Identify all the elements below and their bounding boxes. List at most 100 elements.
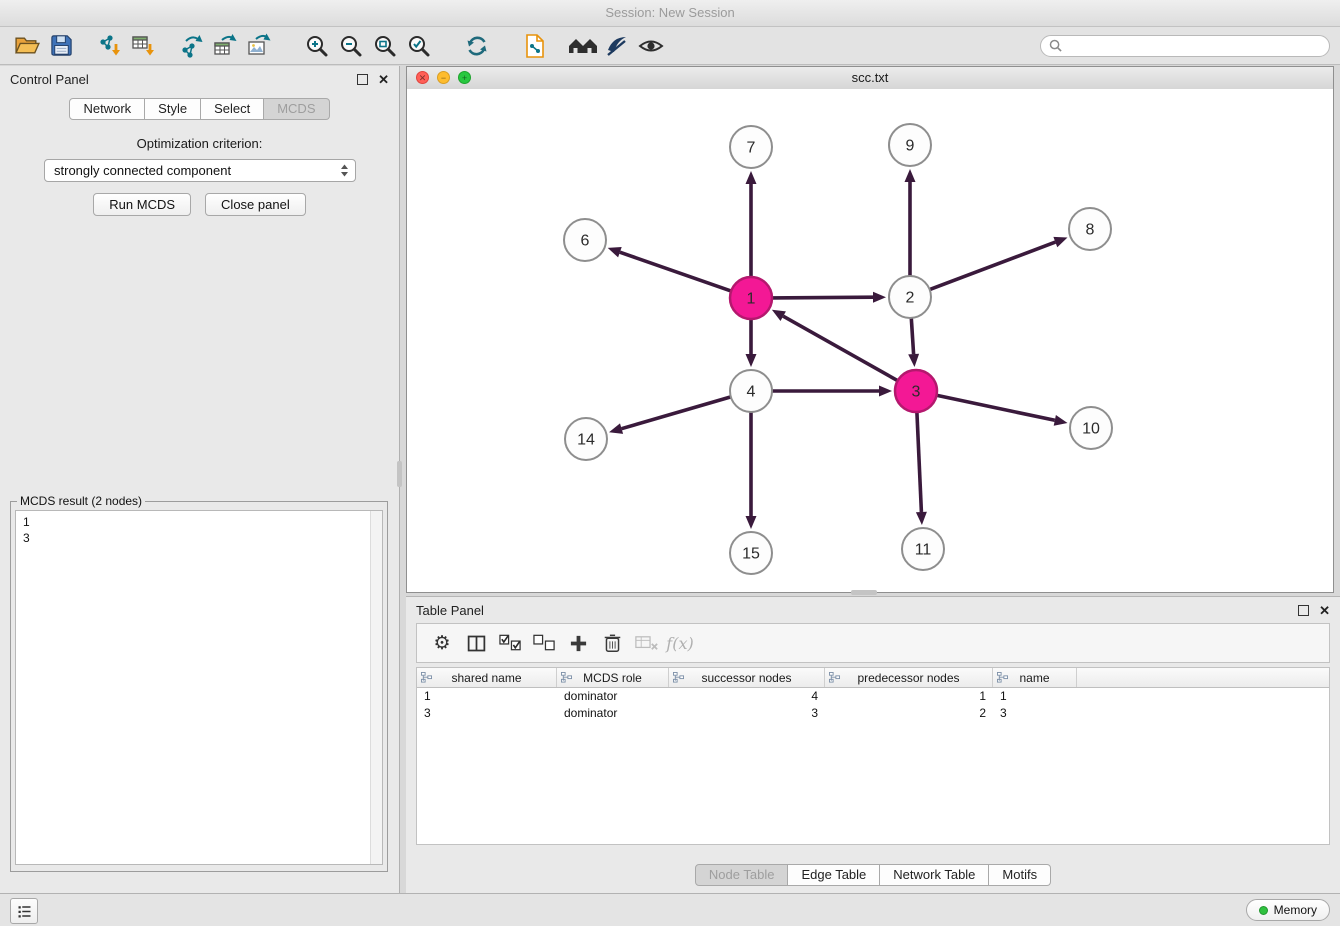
table-row[interactable]: 3dominator323 — [417, 705, 1329, 722]
table-cell[interactable]: 1 — [993, 688, 1077, 705]
mcds-result-item[interactable]: 3 — [23, 530, 382, 546]
network-window-title: scc.txt — [852, 70, 889, 85]
table-cell[interactable]: 3 — [669, 705, 825, 722]
plus-icon — [569, 634, 588, 653]
delete-column-button[interactable] — [597, 628, 627, 658]
table-cell[interactable]: 3 — [417, 705, 557, 722]
close-table-panel-icon[interactable]: ✕ — [1319, 604, 1330, 617]
panel-splitter-grip[interactable] — [397, 461, 402, 487]
show-hide-button[interactable] — [634, 29, 668, 63]
table-cell[interactable]: 2 — [825, 705, 993, 722]
search-input[interactable] — [1068, 37, 1321, 54]
style-button[interactable] — [600, 29, 634, 63]
select-all-button[interactable] — [495, 628, 525, 658]
add-column-button[interactable] — [563, 628, 593, 658]
node-table-header-row: shared name MCDS rolesuccessor nodesprede… — [417, 668, 1329, 688]
graph-node-label: 2 — [906, 290, 915, 307]
graph-node-label: 3 — [912, 384, 921, 401]
table-settings-button[interactable]: ⚙ — [427, 628, 457, 658]
graph-edge-1-6[interactable] — [620, 252, 731, 291]
float-panel-icon[interactable] — [357, 74, 368, 85]
delete-table-button[interactable] — [631, 628, 661, 658]
zoom-in-button[interactable] — [300, 29, 334, 63]
toggle-columns-button[interactable] — [461, 628, 491, 658]
status-bar: Memory — [0, 893, 1340, 926]
mcds-result-item[interactable]: 1 — [23, 514, 382, 530]
table-cell[interactable]: dominator — [557, 705, 669, 722]
table-row[interactable]: 1dominator411 — [417, 688, 1329, 705]
import-table-button[interactable] — [126, 29, 160, 63]
control-panel-header: Control Panel ✕ — [0, 66, 399, 92]
column-header-MCDS-role[interactable]: MCDS role — [557, 668, 669, 687]
column-header-shared-name[interactable]: shared name — [417, 668, 557, 687]
tab-motifs[interactable]: Motifs — [989, 864, 1051, 886]
graph-edge-2-8[interactable] — [930, 242, 1056, 290]
tab-select[interactable]: Select — [201, 98, 264, 120]
app-titlebar: Session: New Session — [0, 0, 1340, 27]
window-minimize-icon[interactable]: − — [437, 71, 450, 84]
tab-mcds[interactable]: MCDS — [264, 98, 329, 120]
run-mcds-button[interactable]: Run MCDS — [93, 193, 191, 216]
search-field[interactable] — [1040, 35, 1330, 57]
zoom-out-button[interactable] — [334, 29, 368, 63]
graph-edge-2-3[interactable] — [911, 318, 913, 354]
tab-edge-table[interactable]: Edge Table — [788, 864, 880, 886]
column-header-label: shared name — [451, 671, 521, 685]
export-image-button[interactable] — [242, 29, 276, 63]
clone-network-button[interactable] — [518, 29, 552, 63]
column-header-successor-nodes[interactable]: successor nodes — [669, 668, 825, 687]
criterion-dropdown[interactable]: strongly connected component — [44, 159, 356, 182]
graph-edge-4-14[interactable] — [622, 397, 731, 429]
window-zoom-icon[interactable]: + — [458, 71, 471, 84]
memory-button[interactable]: Memory — [1246, 899, 1330, 921]
open-session-button[interactable] — [10, 29, 44, 63]
table-panel-title: Table Panel — [416, 603, 484, 618]
table-cell[interactable]: 1 — [825, 688, 993, 705]
export-network-button[interactable] — [174, 29, 208, 63]
graph-edge-1-2[interactable] — [772, 297, 873, 298]
graph-edge-3-10[interactable] — [937, 395, 1055, 420]
column-header-name[interactable]: name — [993, 668, 1077, 687]
result-scrollbar[interactable] — [370, 511, 382, 864]
trash-icon — [603, 633, 622, 654]
close-panel-icon[interactable]: ✕ — [378, 73, 389, 86]
zoom-fit-icon — [372, 33, 398, 59]
node-table: shared name MCDS rolesuccessor nodesprede… — [416, 667, 1330, 845]
session-home-button[interactable] — [566, 29, 600, 63]
zoom-fit-button[interactable] — [368, 29, 402, 63]
window-close-icon[interactable]: ✕ — [416, 71, 429, 84]
function-builder-button[interactable]: f(x) — [665, 628, 695, 658]
task-history-button[interactable] — [10, 898, 38, 924]
network-canvas[interactable]: 7968124314101511 — [407, 89, 1333, 592]
tab-network-table[interactable]: Network Table — [880, 864, 989, 886]
table-cell[interactable]: 4 — [669, 688, 825, 705]
graph-edge-arrow — [908, 354, 919, 367]
graph-edge-3-1[interactable] — [783, 316, 898, 381]
network-window-titlebar[interactable]: ✕ − + scc.txt — [407, 67, 1333, 90]
tab-style[interactable]: Style — [145, 98, 201, 120]
horizontal-splitter-grip[interactable] — [851, 590, 877, 595]
graph-node-label: 9 — [906, 138, 915, 155]
import-table-icon — [130, 33, 156, 59]
close-panel-button[interactable]: Close panel — [205, 193, 306, 216]
export-network-icon — [178, 33, 204, 59]
table-cell[interactable]: 1 — [417, 688, 557, 705]
export-table-button[interactable] — [208, 29, 242, 63]
table-cell[interactable]: 3 — [993, 705, 1077, 722]
float-table-panel-icon[interactable] — [1298, 605, 1309, 616]
zoom-selected-button[interactable] — [402, 29, 436, 63]
graph-node-label: 6 — [581, 233, 590, 250]
memory-label: Memory — [1274, 903, 1317, 917]
graph-edge-3-11[interactable] — [917, 412, 922, 512]
tab-node-table[interactable]: Node Table — [695, 864, 789, 886]
tab-network[interactable]: Network — [69, 98, 145, 120]
node-table-body: 1dominator4113dominator323 — [417, 688, 1329, 722]
save-session-button[interactable] — [44, 29, 78, 63]
table-cell[interactable]: dominator — [557, 688, 669, 705]
refresh-layout-button[interactable] — [460, 29, 494, 63]
column-header-predecessor-nodes[interactable]: predecessor nodes — [825, 668, 993, 687]
list-icon — [17, 904, 32, 919]
deselect-all-button[interactable] — [529, 628, 559, 658]
import-network-button[interactable] — [92, 29, 126, 63]
zoom-out-icon — [338, 33, 364, 59]
